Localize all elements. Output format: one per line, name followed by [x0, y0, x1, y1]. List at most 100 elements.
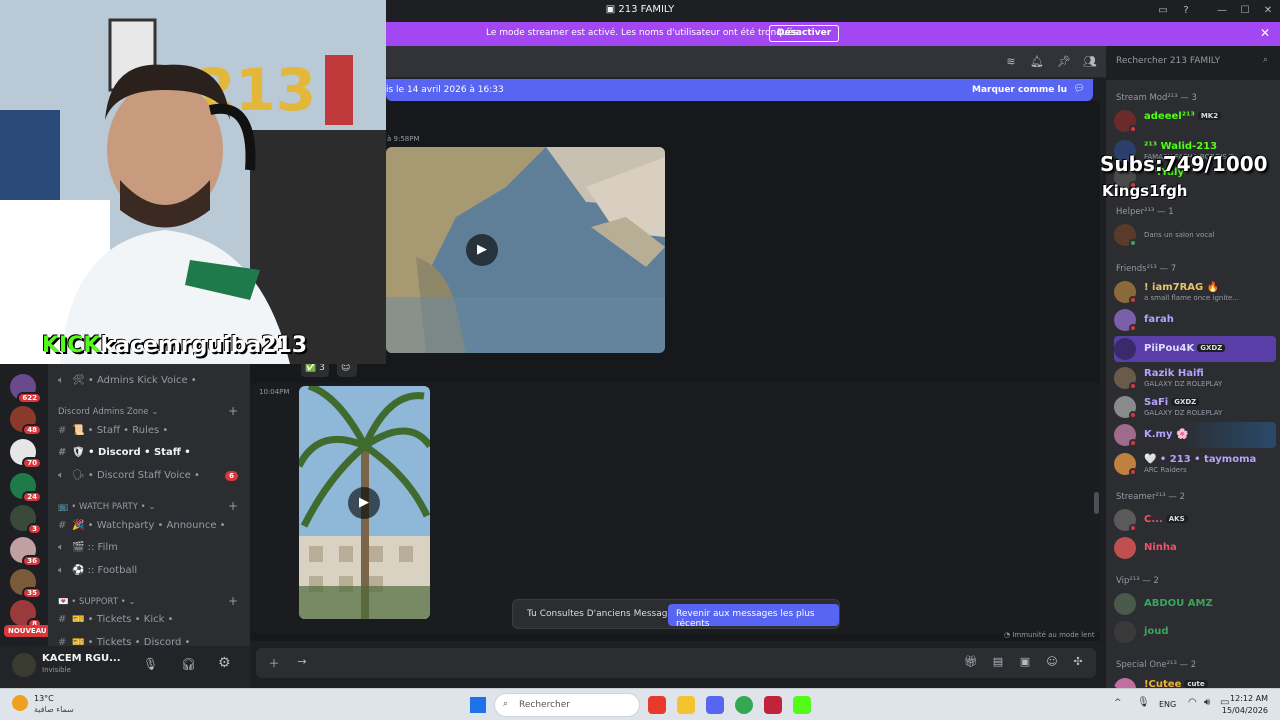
- hash-icon: #: [58, 447, 67, 458]
- wifi-icon[interactable]: ◠: [1188, 697, 1197, 708]
- channel-text[interactable]: # 🎫 • Tickets • Discord •: [58, 637, 190, 646]
- microphone-icon[interactable]: 🎙︎: [1137, 697, 1150, 708]
- weather-icon[interactable]: [12, 695, 28, 711]
- gif-icon[interactable]: ▤: [990, 655, 1006, 671]
- kick-app-icon[interactable]: [793, 696, 811, 714]
- close-icon[interactable]: ✕: [1260, 26, 1270, 40]
- server-icon[interactable]: 8: [10, 600, 42, 630]
- headphones-icon[interactable]: 🎧︎: [181, 657, 196, 671]
- message-composer[interactable]: ＋ → 🎁︎ ▤ ▣ ☺ ✣: [256, 648, 1096, 678]
- channel-header: ≋ 🔔︎ 📌︎ 👥︎: [386, 46, 1106, 78]
- member-item[interactable]: ABDOU AMZ: [1114, 591, 1276, 617]
- avatar[interactable]: [12, 653, 36, 677]
- avatar: [1114, 338, 1136, 360]
- member-item[interactable]: Dans un salon vocal: [1114, 222, 1276, 248]
- windows-start-icon[interactable]: [470, 697, 486, 713]
- add-channel-icon[interactable]: +: [228, 404, 238, 418]
- members-icon[interactable]: 👥︎: [1083, 55, 1097, 69]
- member-item[interactable]: PiiPou4K GXDZ: [1114, 336, 1276, 362]
- arrow-icon[interactable]: →: [294, 655, 310, 671]
- microphone-icon[interactable]: 🎙︎: [143, 657, 158, 671]
- user-panel: KACEM RGU... Invisible 🎙︎ 🎧︎ ⚙: [0, 646, 250, 688]
- channel-voice[interactable]: 🔈︎ ⚽ ꞉꞉ Football: [58, 565, 137, 581]
- search-icon: ⌕: [1262, 55, 1268, 65]
- help-icon[interactable]: ?: [1178, 3, 1194, 19]
- webcam-overlay: 213: [0, 0, 386, 364]
- disable-streamer-button[interactable]: Désactiver: [769, 25, 840, 42]
- member-item[interactable]: SaFi GXDZ GALAXY DZ ROLEPLAY: [1114, 394, 1276, 420]
- plus-icon[interactable]: ＋: [266, 655, 282, 671]
- minimize-button[interactable]: —: [1214, 3, 1230, 19]
- chrome-icon[interactable]: [735, 696, 753, 714]
- inbox-icon[interactable]: ▭: [1155, 3, 1171, 19]
- maximize-button[interactable]: ☐: [1237, 3, 1253, 19]
- folder-icon[interactable]: [677, 696, 695, 714]
- member-item[interactable]: Ninha: [1114, 535, 1276, 561]
- aerial-coast-thumbnail: [386, 147, 665, 353]
- language-indicator[interactable]: ENG: [1159, 700, 1176, 709]
- mark-read-button[interactable]: Marquer comme lu: [972, 85, 1067, 95]
- play-icon[interactable]: ▶: [466, 234, 498, 266]
- bell-icon[interactable]: 🔔︎: [1030, 55, 1044, 69]
- add-channel-icon[interactable]: +: [228, 594, 238, 608]
- category-header[interactable]: 📺 • WATCH PARTY • ⌄: [58, 502, 155, 512]
- threads-icon[interactable]: ≋: [1004, 55, 1018, 69]
- channel-text[interactable]: # 🛡 • Discord • Staff •: [58, 447, 191, 463]
- member-item[interactable]: Razik Haifi GALAXY DZ ROLEPLAY: [1114, 365, 1276, 391]
- category-header[interactable]: 💌 • SUPPORT • ⌄: [58, 597, 136, 607]
- video-attachment[interactable]: ▶: [299, 386, 430, 619]
- server-icon[interactable]: 35: [10, 569, 42, 599]
- gift-icon[interactable]: 🎁︎: [963, 655, 979, 671]
- brave-icon[interactable]: [648, 696, 666, 714]
- member-item[interactable]: 🤍 • 213 • taymoma ARC Raiders: [1114, 451, 1276, 477]
- search-input[interactable]: Rechercher 213 FAMILY ⌕: [1110, 52, 1274, 72]
- chat-scrollbar[interactable]: [1094, 492, 1099, 514]
- member-item[interactable]: adeeel²¹³ MK2: [1114, 108, 1276, 134]
- member-item[interactable]: !Cutee cute: [1114, 676, 1276, 688]
- discord-icon[interactable]: [706, 696, 724, 714]
- emoji-icon[interactable]: ☺: [1044, 655, 1060, 671]
- weather-temp[interactable]: 13°C: [34, 694, 54, 703]
- server-icon[interactable]: 3: [10, 505, 42, 535]
- channel-voice[interactable]: 🔈︎ 🗣 • Discord Staff Voice •: [58, 470, 200, 486]
- close-button[interactable]: ✕: [1260, 3, 1276, 19]
- pin-icon[interactable]: 📌︎: [1057, 55, 1071, 69]
- avatar: [1114, 537, 1136, 559]
- channel-voice[interactable]: 🔈︎ 🎬 ꞉꞉ Film: [58, 542, 118, 558]
- video-attachment[interactable]: ▶: [386, 147, 665, 353]
- mark-read-icon: 💬︎: [1073, 84, 1085, 94]
- gear-icon[interactable]: ⚙: [218, 655, 231, 671]
- channel-text[interactable]: # 📜 • Staff • Rules •: [58, 425, 168, 441]
- channel-voice[interactable]: 🔈︎ 🛠 • Admins Kick Voice •: [58, 375, 197, 391]
- sticker-icon[interactable]: ▣: [1017, 655, 1033, 671]
- username[interactable]: KACEM RGU...: [42, 653, 121, 664]
- volume-icon[interactable]: 🔊︎: [1204, 697, 1210, 708]
- server-list: 622 48 70 24 3 36 35 8: [0, 364, 48, 688]
- add-channel-icon[interactable]: +: [228, 499, 238, 513]
- chevron-up-icon[interactable]: ^: [1114, 698, 1122, 708]
- server-icon[interactable]: 36: [10, 537, 42, 567]
- role-header: Vip²¹³ — 2: [1116, 576, 1159, 586]
- member-item[interactable]: K.my 🌸: [1114, 422, 1276, 448]
- member-item[interactable]: C... AKS: [1114, 507, 1276, 533]
- server-icon[interactable]: 622: [10, 374, 42, 404]
- member-item[interactable]: ! iam7RAG 🔥 a small flame once ignite...: [1114, 279, 1276, 305]
- clock[interactable]: 12:12 AM 15/04/2026: [1222, 693, 1268, 717]
- member-item[interactable]: farah: [1114, 307, 1276, 333]
- server-icon[interactable]: 24: [10, 473, 42, 503]
- category-header[interactable]: Discord Admins Zone ⌄: [58, 407, 158, 417]
- app-icon[interactable]: [764, 696, 782, 714]
- hash-icon: #: [58, 520, 67, 531]
- new-messages-bar[interactable]: is le 14 avril 2026 à 16:33 Marquer comm…: [386, 79, 1093, 101]
- channel-text[interactable]: # 🎉 • Watchparty • Announce •: [58, 520, 226, 536]
- server-icon[interactable]: 70: [10, 439, 42, 469]
- taskbar-search[interactable]: ⌕ Rechercher: [494, 693, 640, 717]
- member-item[interactable]: joud: [1114, 619, 1276, 645]
- windows-taskbar: 13°C سماء صافية ⌕ Rechercher ^ 🎙︎ ENG ◠ 🔊…: [0, 688, 1280, 720]
- apps-icon[interactable]: ✣: [1070, 655, 1086, 671]
- new-badge[interactable]: NOUVEAU: [4, 625, 51, 637]
- play-icon[interactable]: ▶: [348, 487, 380, 519]
- channel-text[interactable]: # 🎫 • Tickets • Kick •: [58, 614, 173, 630]
- server-icon[interactable]: 48: [10, 406, 42, 436]
- jump-to-present-button[interactable]: Revenir aux messages les plus récents: [668, 604, 839, 629]
